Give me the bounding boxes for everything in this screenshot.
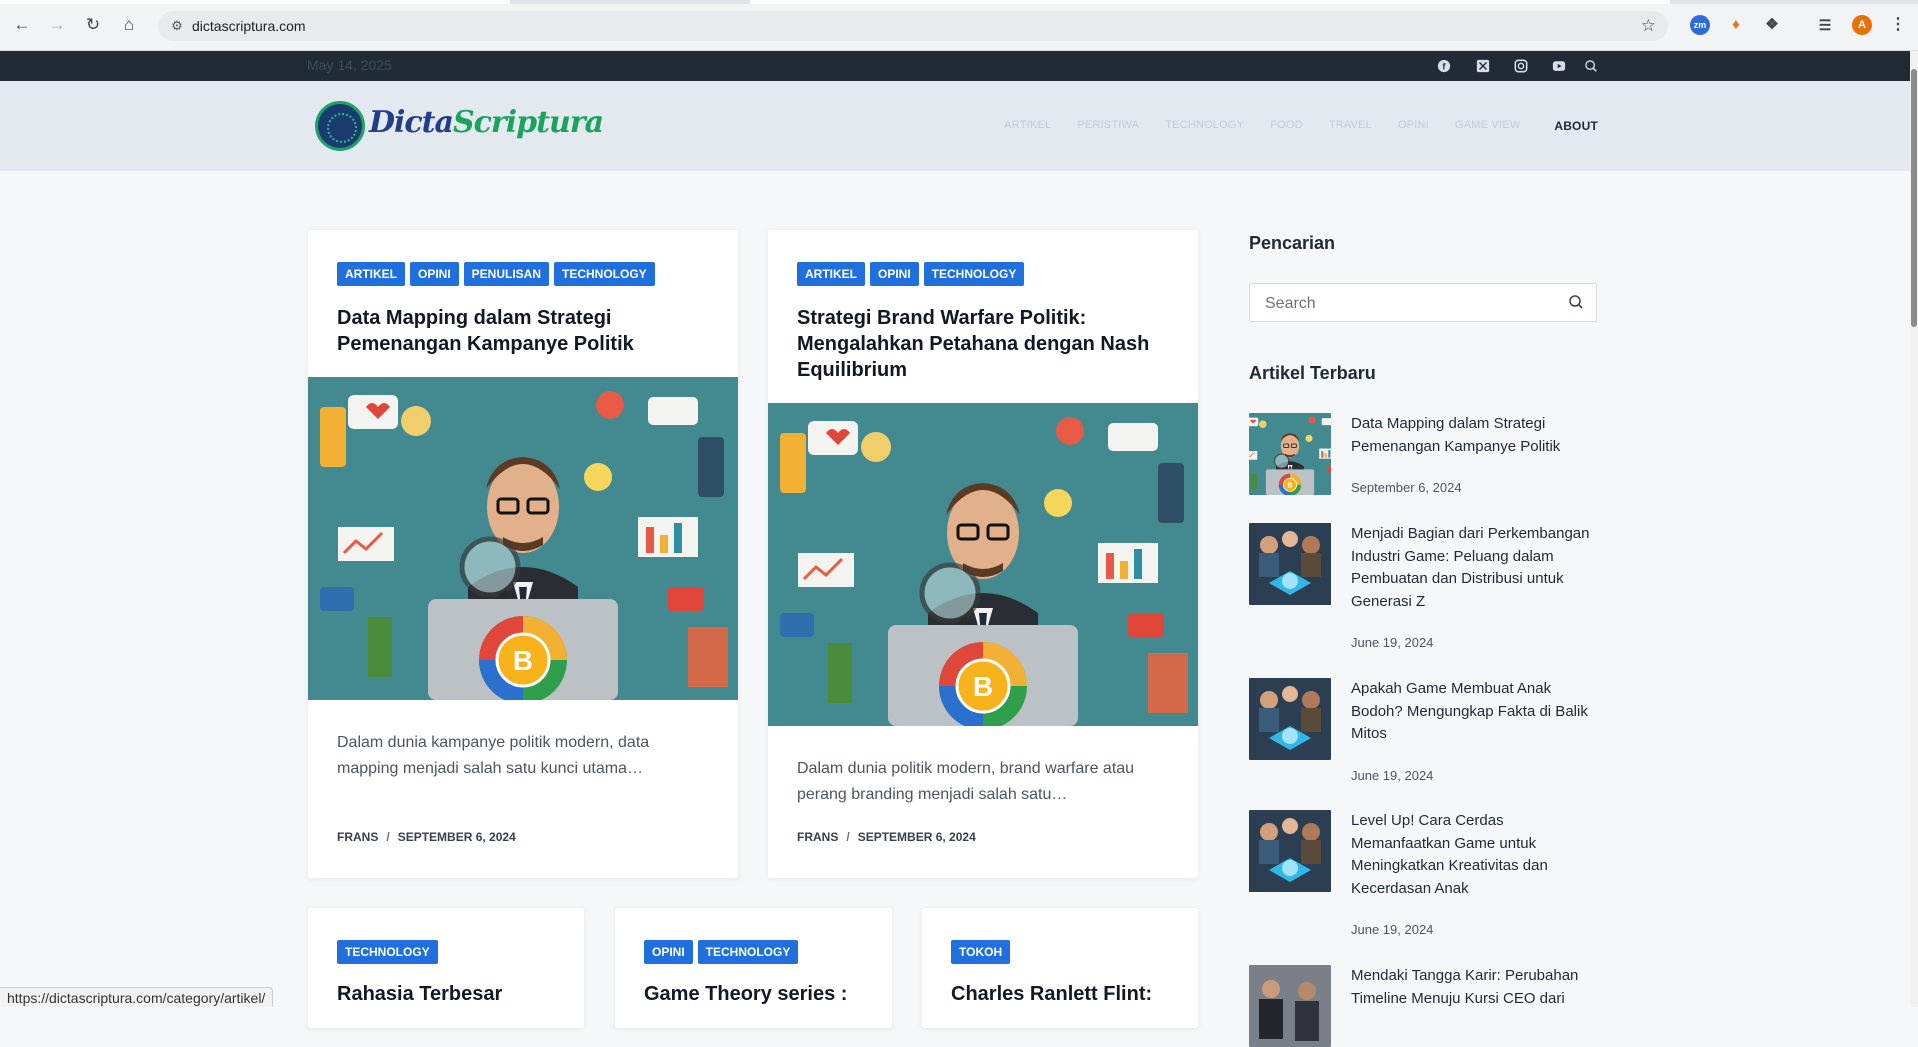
recent-post-thumbnail[interactable] bbox=[1249, 523, 1331, 605]
post-categories: TECHNOLOGY bbox=[337, 940, 438, 964]
nav-item-opini[interactable]: OPINI bbox=[1398, 119, 1429, 133]
extensions-puzzle-icon[interactable]: ❖ bbox=[1762, 15, 1782, 35]
post-card: TECHNOLOGY Rahasia Terbesar bbox=[308, 908, 584, 1028]
category-tag[interactable]: TECHNOLOGY bbox=[697, 940, 799, 964]
back-icon[interactable]: ← bbox=[11, 14, 33, 36]
post-meta: FRANS / SEPTEMBER 6, 2024 bbox=[337, 830, 516, 844]
post-card: OPINI TECHNOLOGY Game Theory series : bbox=[615, 908, 892, 1028]
category-tag[interactable]: TOKOH bbox=[951, 940, 1011, 964]
post-excerpt: Dalam dunia politik modern, brand warfar… bbox=[797, 760, 1135, 803]
post-author[interactable]: FRANS bbox=[337, 830, 378, 844]
post-categories: ARTIKEL OPINI PENULISAN TECHNOLOGY bbox=[337, 262, 655, 286]
category-tag[interactable]: TECHNOLOGY bbox=[554, 262, 655, 286]
topbar-date: May 14, 2025 bbox=[307, 57, 392, 73]
profile-avatar[interactable]: A bbox=[1852, 15, 1872, 35]
address-url: dictascriptura.com bbox=[192, 18, 306, 34]
site-topbar: May 14, 2025 f bbox=[0, 51, 1910, 81]
recent-post-title[interactable]: Mendaki Tangga Karir: Perubahan Timeline… bbox=[1351, 965, 1597, 1010]
primary-nav: ARTIKEL PERISTIWA TECHNOLOGY FOOD TRAVEL… bbox=[978, 119, 1598, 133]
category-tag[interactable]: TECHNOLOGY bbox=[337, 940, 438, 964]
bookmark-star-icon[interactable]: ☆ bbox=[1641, 16, 1656, 36]
search-placeholder: Search bbox=[1265, 295, 1316, 312]
post-title[interactable]: Data Mapping dalam Strategi Pemenangan K… bbox=[337, 305, 717, 357]
nav-item-about[interactable]: ABOUT bbox=[1554, 119, 1598, 133]
search-icon[interactable] bbox=[1568, 294, 1584, 310]
search-input[interactable]: Search bbox=[1249, 283, 1597, 322]
post-featured-image[interactable] bbox=[308, 377, 738, 700]
post-title[interactable]: Rahasia Terbesar bbox=[337, 981, 567, 1007]
recent-post-thumbnail[interactable] bbox=[1249, 810, 1331, 892]
recent-post-title[interactable]: Level Up! Cara Cerdas Memanfaatkan Game … bbox=[1351, 810, 1597, 900]
post-categories: TOKOH bbox=[951, 940, 1011, 964]
search-heading: Pencarian bbox=[1249, 233, 1336, 253]
post-categories: OPINI TECHNOLOGY bbox=[644, 940, 799, 964]
home-icon[interactable]: ⌂ bbox=[118, 14, 140, 36]
page-scrollbar[interactable] bbox=[1910, 51, 1918, 1007]
recent-post-thumbnail[interactable] bbox=[1249, 965, 1331, 1047]
post-card: TOKOH Charles Ranlett Flint: bbox=[922, 908, 1198, 1028]
post-author[interactable]: FRANS bbox=[797, 830, 838, 844]
address-bar[interactable]: ⚙ dictascriptura.com ☆ bbox=[158, 11, 1668, 41]
recent-post-thumbnail[interactable] bbox=[1249, 678, 1331, 760]
nav-item-food[interactable]: FOOD bbox=[1270, 119, 1303, 133]
recent-post-date: September 6, 2024 bbox=[1351, 480, 1462, 495]
post-categories: ARTIKEL OPINI TECHNOLOGY bbox=[797, 262, 1025, 286]
post-title[interactable]: Strategi Brand Warfare Politik: Mengalah… bbox=[797, 305, 1177, 383]
nav-item-travel[interactable]: TRAVEL bbox=[1329, 119, 1372, 133]
site-info-icon[interactable]: ⚙ bbox=[168, 17, 186, 35]
tab-strip bbox=[0, 0, 1918, 4]
metamask-icon[interactable]: ♦ bbox=[1726, 15, 1746, 35]
recent-post-title[interactable]: Menjadi Bagian dari Perkembangan Industr… bbox=[1351, 523, 1597, 613]
nav-item-technology[interactable]: TECHNOLOGY bbox=[1165, 119, 1244, 133]
recent-post-date: June 19, 2024 bbox=[1351, 768, 1434, 783]
zoom-extension-icon[interactable]: zm bbox=[1690, 15, 1710, 35]
forward-icon[interactable]: → bbox=[46, 14, 68, 36]
facebook-icon[interactable]: f bbox=[1436, 59, 1452, 73]
instagram-icon[interactable] bbox=[1513, 59, 1529, 73]
nav-item-artikel[interactable]: ARTIKEL bbox=[1004, 119, 1051, 133]
category-tag[interactable]: OPINI bbox=[870, 262, 919, 286]
category-tag[interactable]: ARTIKEL bbox=[797, 262, 865, 286]
category-tag[interactable]: ARTIKEL bbox=[337, 262, 405, 286]
x-twitter-icon[interactable] bbox=[1475, 59, 1491, 73]
search-icon[interactable] bbox=[1583, 59, 1599, 73]
reload-icon[interactable]: ↻ bbox=[82, 14, 104, 36]
status-bar-url: https://dictascriptura.com/category/arti… bbox=[0, 987, 274, 1007]
post-meta: FRANS / SEPTEMBER 6, 2024 bbox=[797, 830, 976, 844]
svg-text:f: f bbox=[1443, 62, 1446, 72]
category-tag[interactable]: OPINI bbox=[644, 940, 693, 964]
post-title[interactable]: Game Theory series : bbox=[644, 981, 874, 1007]
site-header: DictaScriptura ARTIKEL PERISTIWA TECHNOL… bbox=[0, 81, 1910, 171]
logo-mark-icon bbox=[315, 101, 365, 151]
recent-post-thumbnail[interactable] bbox=[1249, 413, 1331, 495]
recent-post-date: June 19, 2024 bbox=[1351, 922, 1434, 937]
logo-wordmark: DictaScriptura bbox=[369, 105, 604, 140]
menu-kebab-icon[interactable]: ⋮ bbox=[1888, 15, 1908, 35]
youtube-icon[interactable] bbox=[1551, 59, 1567, 73]
scrollbar-thumb[interactable] bbox=[1911, 69, 1917, 327]
post-title[interactable]: Charles Ranlett Flint: bbox=[951, 981, 1181, 1007]
recent-post-title[interactable]: Apakah Game Membuat Anak Bodoh? Mengungk… bbox=[1351, 678, 1597, 746]
post-card: ARTIKEL OPINI PENULISAN TECHNOLOGY Data … bbox=[308, 230, 738, 878]
post-featured-image[interactable] bbox=[768, 403, 1198, 726]
recent-posts-heading: Artikel Terbaru bbox=[1249, 363, 1376, 383]
post-card: ARTIKEL OPINI TECHNOLOGY Strategi Brand … bbox=[768, 230, 1198, 878]
recent-post-date: June 19, 2024 bbox=[1351, 635, 1434, 650]
category-tag[interactable]: TECHNOLOGY bbox=[923, 262, 1025, 286]
category-tag[interactable]: PENULISAN bbox=[463, 262, 550, 286]
site-logo[interactable]: DictaScriptura bbox=[313, 99, 604, 155]
recent-post-title[interactable]: Data Mapping dalam Strategi Pemenangan K… bbox=[1351, 413, 1597, 458]
nav-item-peristiwa[interactable]: PERISTIWA bbox=[1077, 119, 1139, 133]
category-tag[interactable]: OPINI bbox=[410, 262, 459, 286]
browser-toolbar: ← → ↻ ⌂ ⚙ dictascriptura.com ☆ zm ♦ ❖ ☰ … bbox=[0, 0, 1918, 51]
post-excerpt: Dalam dunia kampanye politik modern, dat… bbox=[337, 734, 650, 777]
nav-item-game-view[interactable]: GAME VIEW bbox=[1455, 119, 1520, 133]
post-date: SEPTEMBER 6, 2024 bbox=[397, 830, 516, 844]
post-date: SEPTEMBER 6, 2024 bbox=[857, 830, 976, 844]
reading-list-icon[interactable]: ☰ bbox=[1815, 15, 1835, 35]
